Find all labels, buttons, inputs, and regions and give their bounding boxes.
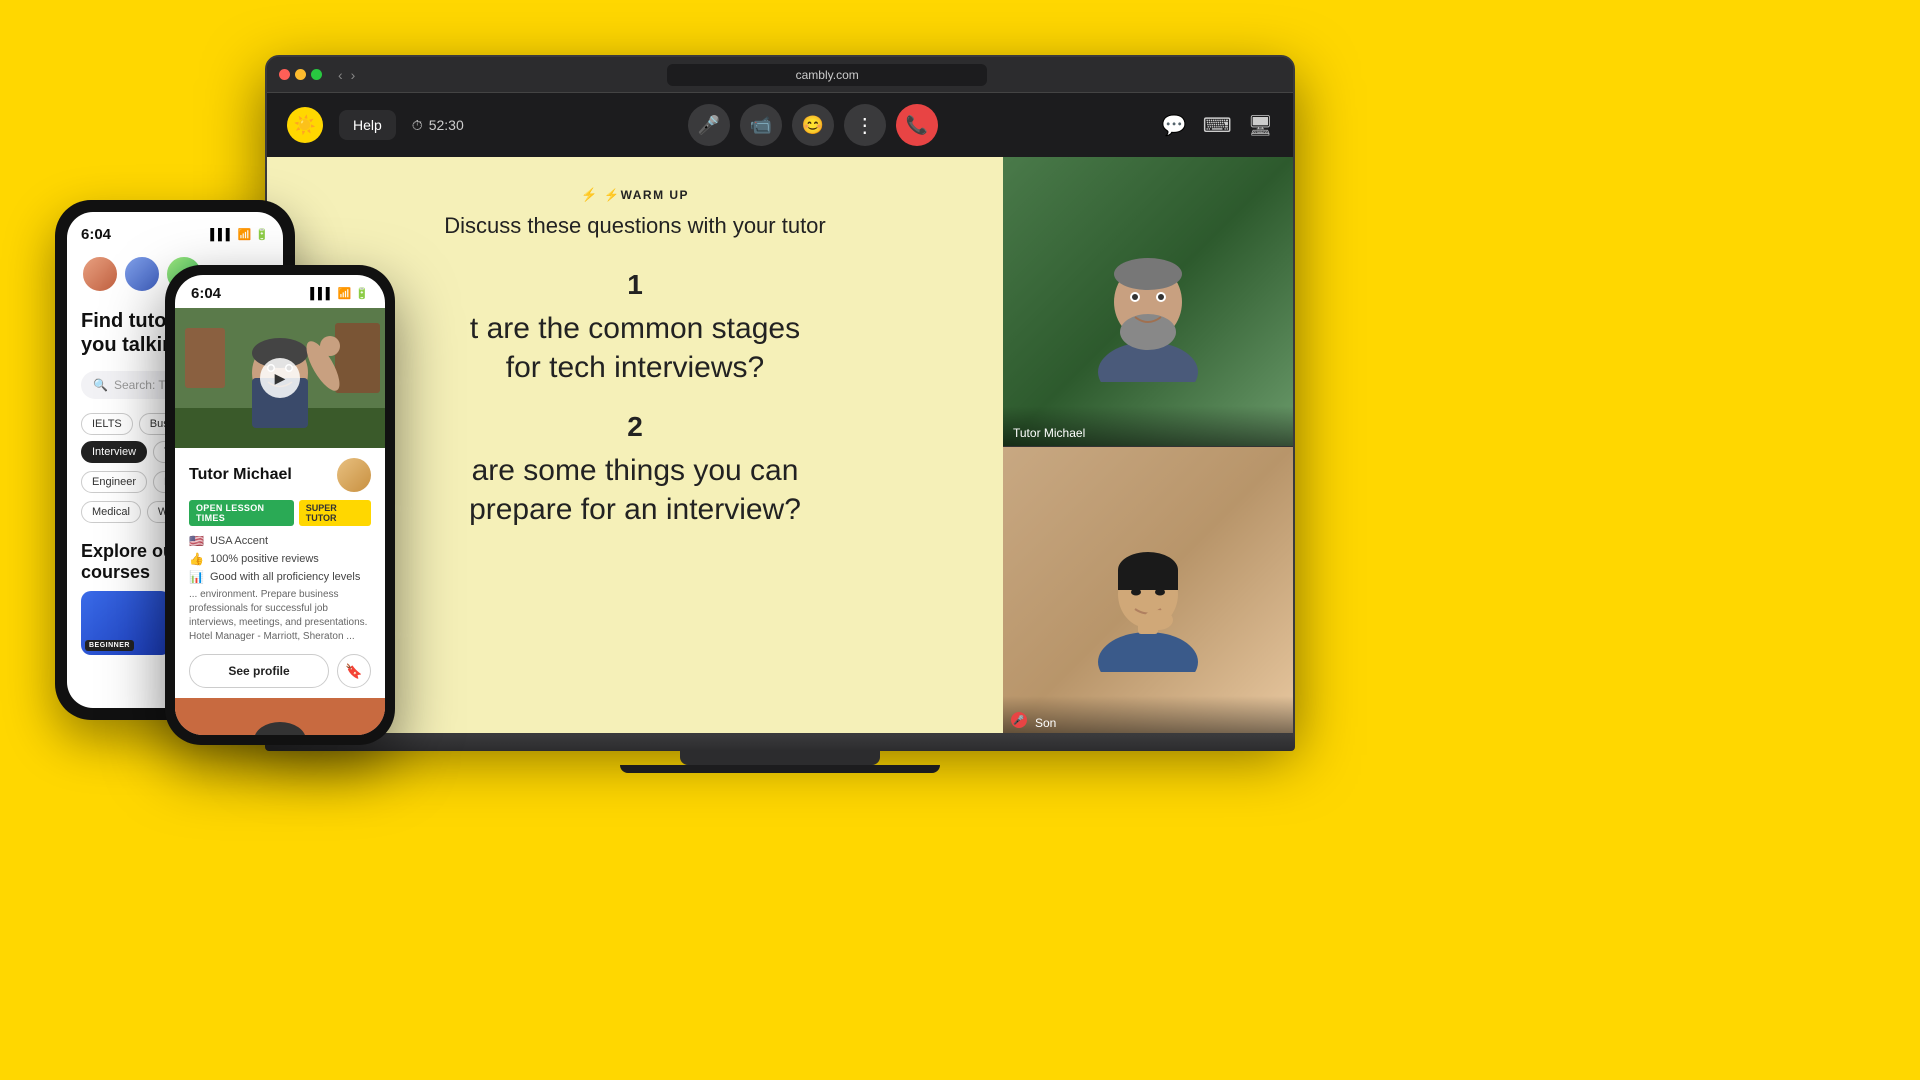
tutor-profile-section: Tutor Michael OPEN LESSON TIMES SUPER TU… — [175, 448, 385, 698]
laptop-stand — [680, 751, 880, 765]
beginner-badge: BEGINNER — [85, 640, 134, 651]
proficiency-icon: 📊 — [189, 570, 204, 584]
question-2-number: 2 — [469, 411, 801, 443]
phone-front-time: 6:04 — [191, 285, 221, 302]
lightning-icon: ⚡ — [581, 187, 598, 203]
video-play-button[interactable]: ▶ — [260, 358, 300, 398]
tutor-avatar-svg — [1088, 222, 1208, 382]
lesson-title: Discuss these questions with your tutor — [444, 213, 826, 239]
battery-icon-front: 🔋 — [355, 287, 369, 300]
bottom-thumb-image — [175, 698, 385, 735]
tutor-video-label-bar: Tutor Michael — [1003, 406, 1293, 446]
cambly-logo: ☀️ — [287, 107, 323, 143]
bookmark-button[interactable]: 🔖 — [337, 654, 371, 688]
question-2-text: are some things you canprepare for an in… — [469, 451, 801, 529]
open-lesson-badge: OPEN LESSON TIMES — [189, 500, 294, 526]
question-1-text: t are the common stagesfor tech intervie… — [470, 309, 800, 387]
student-video-label-bar: 🎤 Son — [1003, 696, 1293, 735]
keyboard-icon[interactable]: ⌨ — [1203, 113, 1232, 138]
forward-button[interactable]: › — [351, 67, 356, 83]
mic-muted-icon: 🎤 — [1011, 712, 1027, 728]
tag-engineer[interactable]: Engineer — [81, 471, 147, 493]
see-profile-button[interactable]: See profile — [189, 654, 329, 688]
toolbar-right-controls: 💬 ⌨ 🖥 — [1162, 113, 1273, 138]
accent-detail: 🇺🇸 USA Accent — [189, 534, 371, 548]
url-bar[interactable]: cambly.com — [667, 64, 987, 86]
laptop-body: ‹ › cambly.com ☀️ Help ⏱ 52:30 🎤 📹 😊 ⋮ 📞 — [265, 55, 1295, 735]
browser-bar: ‹ › cambly.com — [267, 57, 1293, 93]
tutor-face — [1003, 157, 1293, 446]
tutor-video-label: Tutor Michael — [1013, 426, 1085, 440]
more-options-button[interactable]: ⋮ — [844, 104, 886, 146]
question-1: 1 t are the common stagesfor tech interv… — [470, 269, 800, 387]
tag-ielts[interactable]: IELTS — [81, 413, 133, 435]
student-video: 🎤 Son — [1003, 447, 1293, 735]
super-tutor-badge: SUPER TUTOR — [299, 500, 371, 526]
avatar-1 — [81, 255, 119, 293]
flag-icon: 🇺🇸 — [189, 534, 204, 548]
tag-medical[interactable]: Medical — [81, 501, 141, 523]
phone-back-status-icons: ▌▌▌ 📶 🔋 — [210, 228, 269, 241]
tutor-name: Tutor Michael — [189, 466, 292, 484]
chat-icon[interactable]: 💬 — [1162, 113, 1187, 138]
end-call-button[interactable]: 📞 — [896, 104, 938, 146]
profile-action-buttons: See profile 🔖 — [189, 654, 371, 688]
session-timer: ⏱ 52:30 — [412, 117, 464, 134]
tutor-bio: ... environment. Prepare business profes… — [189, 588, 371, 644]
screen-share-icon[interactable]: 🖥 — [1248, 113, 1273, 138]
phone-front-status-bar: 6:04 ▌▌▌ 📶 🔋 — [175, 275, 385, 308]
battery-icon: 🔋 — [255, 228, 269, 241]
reviews-detail: 👍 100% positive reviews — [189, 552, 371, 566]
question-1-number: 1 — [470, 269, 800, 301]
question-2: 2 are some things you canprepare for an … — [469, 411, 801, 529]
video-panel: Tutor Michael — [1003, 157, 1293, 735]
signal-icon: ▌▌▌ — [210, 229, 233, 241]
reviews-text: 100% positive reviews — [210, 553, 319, 565]
tutor-avatar — [337, 458, 371, 492]
maximize-button[interactable] — [311, 69, 322, 80]
student-face — [1003, 447, 1293, 735]
thumbs-up-icon: 👍 — [189, 552, 204, 566]
wifi-icon-front: 📶 — [338, 287, 352, 300]
back-button[interactable]: ‹ — [338, 67, 343, 83]
tutor-video-thumbnail[interactable]: ▶ — [175, 308, 385, 448]
traffic-lights — [279, 69, 322, 80]
tag-interview[interactable]: Interview — [81, 441, 147, 463]
close-button[interactable] — [279, 69, 290, 80]
student-avatar-svg — [1088, 512, 1208, 672]
student-video-label: Son — [1035, 716, 1056, 730]
laptop-base — [265, 735, 1295, 751]
laptop: ‹ › cambly.com ☀️ Help ⏱ 52:30 🎤 📹 😊 ⋮ 📞 — [265, 55, 1295, 815]
wifi-icon: 📶 — [238, 228, 252, 241]
emoji-button[interactable]: 😊 — [792, 104, 834, 146]
proficiency-text: Good with all proficiency levels — [210, 571, 360, 583]
avatar-2 — [123, 255, 161, 293]
course-card-1[interactable]: BEGINNER — [81, 591, 171, 655]
minimize-button[interactable] — [295, 69, 306, 80]
toolbar-center-controls: 🎤 📹 😊 ⋮ 📞 — [688, 104, 938, 146]
tutor-profile-header: Tutor Michael — [189, 458, 371, 492]
phone-back-time: 6:04 — [81, 226, 111, 243]
tutor-video: Tutor Michael — [1003, 157, 1293, 447]
app-toolbar: ☀️ Help ⏱ 52:30 🎤 📹 😊 ⋮ 📞 💬 ⌨ 🖥 — [267, 93, 1293, 157]
laptop-foot — [620, 765, 940, 773]
phone-back-status-bar: 6:04 ▌▌▌ 📶 🔋 — [81, 226, 269, 243]
bottom-tutor-thumbnail[interactable]: ▶ — [175, 698, 385, 735]
phone-front-screen: 6:04 ▌▌▌ 📶 🔋 — [175, 275, 385, 735]
warm-up-badge: ⚡ ⚡WARM UP — [581, 187, 689, 203]
help-button[interactable]: Help — [339, 110, 396, 140]
browser-nav: ‹ › — [338, 67, 355, 83]
signal-icon-front: ▌▌▌ — [310, 288, 333, 300]
tutor-badges: OPEN LESSON TIMES SUPER TUTOR — [189, 500, 371, 526]
video-toggle-button[interactable]: 📹 — [740, 104, 782, 146]
proficiency-detail: 📊 Good with all proficiency levels — [189, 570, 371, 584]
accent-text: USA Accent — [210, 535, 268, 547]
app-content: ⚡ ⚡WARM UP Discuss these questions with … — [267, 157, 1293, 735]
phone-front-status-icons: ▌▌▌ 📶 🔋 — [310, 287, 369, 300]
mute-button[interactable]: 🎤 — [688, 104, 730, 146]
phone-front: 6:04 ▌▌▌ 📶 🔋 — [165, 265, 395, 745]
search-icon: 🔍 — [93, 378, 108, 392]
